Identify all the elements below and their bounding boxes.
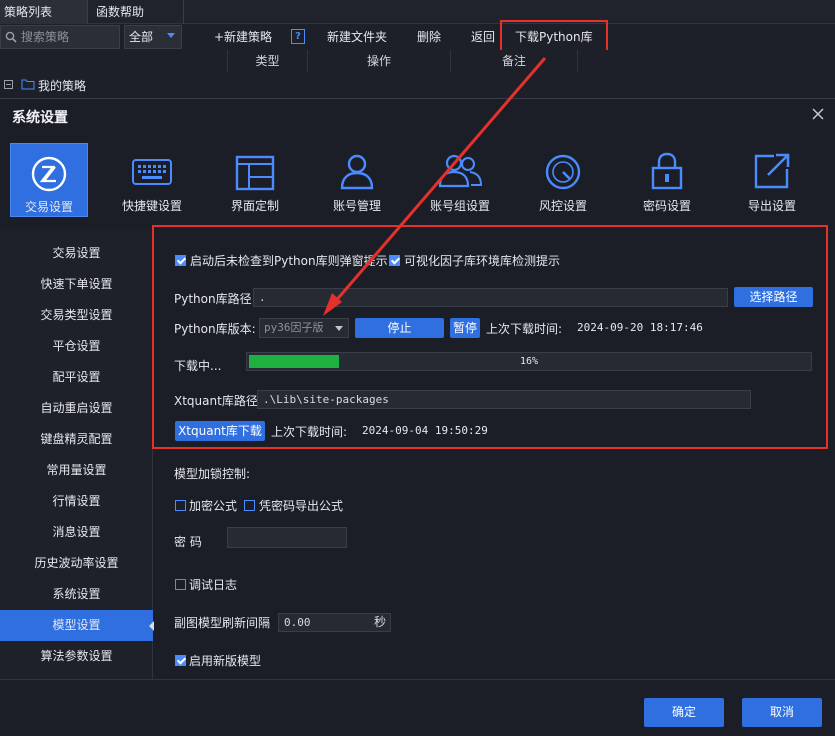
help-icon[interactable]: ? xyxy=(291,29,305,44)
folder-icon xyxy=(21,79,35,90)
sidebar-item-model[interactable]: 模型设置 xyxy=(0,610,154,641)
category-trade-settings[interactable]: 交易设置 xyxy=(10,143,88,217)
strategy-table-header: 类型 操作 备注 xyxy=(0,50,835,72)
refresh-interval-value: 0.00 xyxy=(284,616,311,629)
category-label: 交易设置 xyxy=(24,200,73,214)
sidebar-item-balance[interactable]: 配平设置 xyxy=(0,362,153,393)
column-note[interactable]: 备注 xyxy=(450,50,578,72)
filter-select-value: 全部 xyxy=(129,30,154,44)
sidebar-item-trade[interactable]: 交易设置 xyxy=(0,238,153,269)
debug-log-label: 调试日志 xyxy=(189,578,238,592)
category-risk-control[interactable]: 风控设置 xyxy=(524,143,602,217)
dialog-title: 系统设置 xyxy=(12,110,68,126)
debug-log-checkbox[interactable] xyxy=(175,579,186,590)
filter-select[interactable]: 全部 xyxy=(124,25,182,49)
strategy-tab-bar: 策略列表 函数帮助 xyxy=(0,0,835,24)
collapse-icon[interactable] xyxy=(4,80,13,89)
user-group-icon xyxy=(438,154,483,188)
highlight-box-python-settings xyxy=(152,225,828,449)
close-icon[interactable] xyxy=(811,107,825,121)
lock-icon xyxy=(651,152,683,190)
encrypt-formula-checkbox[interactable] xyxy=(175,500,186,511)
export-formula-label: 凭密码导出公式 xyxy=(259,499,344,513)
chevron-down-icon xyxy=(167,33,175,38)
new-folder-button[interactable]: 新建文件夹 xyxy=(327,28,387,46)
sidebar-item-auto-restart[interactable]: 自动重启设置 xyxy=(0,393,153,424)
sidebar-item-algo-params[interactable]: 算法参数设置 xyxy=(0,641,153,672)
category-label: 账号管理 xyxy=(332,199,381,213)
tab-function-help[interactable]: 函数帮助 xyxy=(92,0,184,24)
sidebar-item-trade-type[interactable]: 交易类型设置 xyxy=(0,300,153,331)
column-type[interactable]: 类型 xyxy=(227,50,307,72)
export-icon xyxy=(754,153,790,189)
category-ui-custom[interactable]: 界面定制 xyxy=(216,143,294,217)
layout-icon xyxy=(235,155,275,191)
sidebar-item-volatility[interactable]: 历史波动率设置 xyxy=(0,548,153,579)
keyboard-icon xyxy=(132,159,172,185)
category-label: 快捷键设置 xyxy=(121,199,182,213)
sidebar-item-keyboard-wizard[interactable]: 键盘精灵配置 xyxy=(0,424,153,455)
category-password[interactable]: 密码设置 xyxy=(628,143,706,217)
encrypt-formula-label: 加密公式 xyxy=(189,499,238,513)
category-label: 导出设置 xyxy=(747,199,796,213)
dialog-footer: 确定 取消 xyxy=(0,679,835,736)
sidebar-item-common-qty[interactable]: 常用量设置 xyxy=(0,455,153,486)
tree-row-my-strategies[interactable]: 我的策略 xyxy=(0,72,835,98)
sidebar-item-quick-order[interactable]: 快速下单设置 xyxy=(0,269,153,300)
new-model-checkbox[interactable] xyxy=(175,655,186,666)
category-export[interactable]: 导出设置 xyxy=(733,143,811,217)
search-icon xyxy=(5,31,17,43)
model-lock-title: 模型加锁控制: xyxy=(174,467,251,481)
sidebar-item-message[interactable]: 消息设置 xyxy=(0,517,153,548)
column-action[interactable]: 操作 xyxy=(307,50,450,72)
refresh-interval-input[interactable]: 0.00 秒 xyxy=(278,613,391,632)
tab-strategy-list[interactable]: 策略列表 xyxy=(0,0,88,24)
export-formula-checkbox[interactable] xyxy=(244,500,255,511)
system-settings-dialog: 系统设置 交易设置 快捷键设置 界面定制 账号管理 账号组设置 风控设置 密码设… xyxy=(0,98,835,736)
cancel-button[interactable]: 取消 xyxy=(742,698,822,727)
category-hotkey-settings[interactable]: 快捷键设置 xyxy=(113,143,191,217)
refresh-interval-unit: 秒 xyxy=(373,615,386,629)
refresh-interval-label: 副图模型刷新间隔 xyxy=(174,616,271,630)
ok-button[interactable]: 确定 xyxy=(644,698,724,727)
search-input[interactable] xyxy=(21,29,117,45)
user-icon xyxy=(340,154,374,190)
category-label: 风控设置 xyxy=(538,199,587,213)
new-strategy-button[interactable]: +新建策略 xyxy=(214,28,272,46)
category-label: 密码设置 xyxy=(642,199,691,213)
settings-sidebar: 交易设置 快速下单设置 交易类型设置 平仓设置 配平设置 自动重启设置 键盘精灵… xyxy=(0,229,154,679)
highlight-box-download xyxy=(500,20,608,54)
sidebar-item-close-position[interactable]: 平仓设置 xyxy=(0,331,153,362)
trade-icon xyxy=(31,156,67,192)
sidebar-item-quote[interactable]: 行情设置 xyxy=(0,486,153,517)
new-model-label: 启用新版模型 xyxy=(189,654,262,668)
delete-button[interactable]: 删除 xyxy=(417,28,441,46)
category-label: 账号组设置 xyxy=(429,199,490,213)
back-button[interactable]: 返回 xyxy=(471,28,495,46)
category-account-group[interactable]: 账号组设置 xyxy=(421,143,499,217)
gauge-icon xyxy=(545,154,581,190)
sidebar-item-system[interactable]: 系统设置 xyxy=(0,579,153,610)
category-account-manage[interactable]: 账号管理 xyxy=(318,143,396,217)
category-label: 界面定制 xyxy=(230,199,279,213)
strategy-search[interactable] xyxy=(0,25,120,49)
settings-category-bar: 交易设置 快捷键设置 界面定制 账号管理 账号组设置 风控设置 密码设置 导出设… xyxy=(0,143,835,219)
password-input[interactable] xyxy=(227,527,347,548)
strategy-toolbar: 全部 +新建策略 ? 新建文件夹 删除 返回 下载Python库 xyxy=(0,24,835,50)
password-label: 密 码 xyxy=(174,535,202,549)
tree-row-label: 我的策略 xyxy=(38,79,87,93)
